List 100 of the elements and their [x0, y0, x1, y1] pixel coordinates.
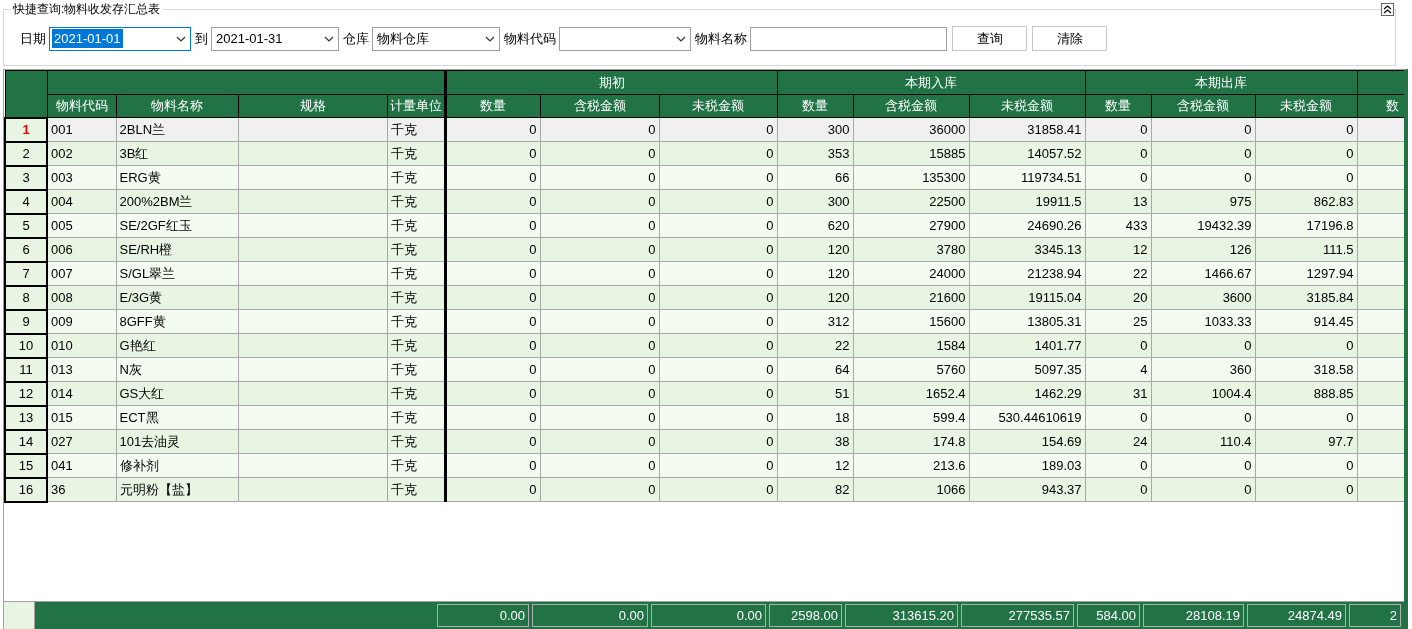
- table-cell: 0: [445, 165, 540, 190]
- table-cell: 3B红: [116, 141, 238, 166]
- column-group-header: 本期出库: [1085, 70, 1358, 95]
- table-cell: 27900: [853, 213, 969, 238]
- table-cell: 3185.84: [1255, 285, 1358, 310]
- table-cell: 126: [1151, 237, 1256, 262]
- table-cell: 31858.41: [969, 117, 1086, 142]
- table-cell: 0: [1151, 117, 1256, 142]
- table-cell: 0: [1255, 477, 1358, 502]
- table-cell: GS大红: [116, 381, 238, 406]
- total-value: 2: [1349, 604, 1401, 627]
- table-cell: 213.6: [853, 453, 969, 478]
- table-cell: 1584: [853, 333, 969, 358]
- row-number[interactable]: 15: [5, 453, 47, 478]
- table-cell: ERG黄: [116, 165, 238, 190]
- table-cell: 1652.4: [853, 381, 969, 406]
- row-number[interactable]: 5: [5, 213, 47, 238]
- table-cell: 0: [1151, 477, 1256, 502]
- table-cell: 15600: [853, 309, 969, 334]
- table-cell: 0: [659, 453, 777, 478]
- row-number[interactable]: 3: [5, 165, 47, 190]
- table-cell: 元明粉【盐】: [116, 477, 238, 502]
- row-number[interactable]: 14: [5, 429, 47, 454]
- total-value: 0.00: [532, 604, 648, 627]
- row-number[interactable]: 7: [5, 261, 47, 286]
- table-cell: E/3G黄: [116, 285, 238, 310]
- table-cell: 0: [445, 357, 540, 382]
- total-value: 584.00: [1077, 604, 1140, 627]
- total-value: 313615.20: [845, 604, 958, 627]
- field-label: 物料名称: [695, 29, 747, 48]
- table-cell: 0: [445, 285, 540, 310]
- table-cell: 13805.31: [969, 309, 1086, 334]
- column-header: 物料名称: [116, 94, 238, 118]
- query-action-button[interactable]: 查询: [952, 26, 1027, 51]
- table-cell: 1462.29: [969, 381, 1086, 406]
- input-field[interactable]: [750, 26, 947, 51]
- field-label: 仓库: [343, 29, 369, 48]
- row-number[interactable]: 6: [5, 237, 47, 262]
- table-cell: 0: [1255, 141, 1358, 166]
- row-number[interactable]: 11: [5, 357, 47, 382]
- table-cell: 0: [659, 261, 777, 286]
- query-action-button[interactable]: 清除: [1032, 26, 1107, 51]
- table-cell: 0: [540, 357, 659, 382]
- header-band: [1357, 70, 1404, 95]
- table-cell: 0: [659, 333, 777, 358]
- table-cell: 0: [540, 333, 659, 358]
- table-cell: 862.83: [1255, 189, 1358, 214]
- dropdown-field[interactable]: 2021-01-31: [211, 26, 339, 51]
- table-cell: 101去油灵: [116, 429, 238, 454]
- dropdown-field[interactable]: [559, 26, 691, 51]
- table-cell: 943.37: [969, 477, 1086, 502]
- table-cell: 110.4: [1151, 429, 1256, 454]
- column-header: 含税金额: [853, 94, 969, 118]
- table-cell: 0: [445, 189, 540, 214]
- table-cell: 914.45: [1255, 309, 1358, 334]
- table-cell: 530.44610619: [969, 405, 1086, 430]
- table-cell: 0: [540, 189, 659, 214]
- row-number[interactable]: 13: [5, 405, 47, 430]
- row-number[interactable]: 9: [5, 309, 47, 334]
- row-number[interactable]: 2: [5, 141, 47, 166]
- row-number[interactable]: 10: [5, 333, 47, 358]
- table-cell: 0: [540, 405, 659, 430]
- table-cell: 119734.51: [969, 165, 1086, 190]
- table-cell: 0: [1255, 453, 1358, 478]
- dropdown-field[interactable]: 2021-01-01: [49, 26, 191, 51]
- table-cell: 15885: [853, 141, 969, 166]
- table-cell: 0: [445, 429, 540, 454]
- table-cell: 36000: [853, 117, 969, 142]
- table-cell: 0: [540, 309, 659, 334]
- column-header: 未税金额: [659, 94, 777, 118]
- collapse-button[interactable]: [1381, 3, 1394, 16]
- table-cell: N灰: [116, 357, 238, 382]
- column-header: 规格: [238, 94, 387, 118]
- corner-header: [5, 70, 47, 118]
- table-cell: 1297.94: [1255, 261, 1358, 286]
- table-cell: 0: [659, 429, 777, 454]
- row-number[interactable]: 8: [5, 285, 47, 310]
- table-cell: 2BLN兰: [116, 117, 238, 142]
- row-number[interactable]: 1: [5, 117, 47, 142]
- table-cell: 0: [659, 213, 777, 238]
- table-cell: 0: [1151, 165, 1256, 190]
- table-cell: 0: [445, 477, 540, 502]
- table-cell: 0: [540, 429, 659, 454]
- total-value: 2598.00: [769, 604, 842, 627]
- table-cell: 0: [540, 261, 659, 286]
- table-cell: 0: [1151, 141, 1256, 166]
- table-cell: 0: [445, 141, 540, 166]
- table-cell: S/GL翠兰: [116, 261, 238, 286]
- table-cell: 97.7: [1255, 429, 1358, 454]
- table-cell: 3600: [1151, 285, 1256, 310]
- table-cell: 19115.04: [969, 285, 1086, 310]
- total-value: 277535.57: [961, 604, 1074, 627]
- table-cell: 0: [1151, 405, 1256, 430]
- dropdown-field[interactable]: 物料仓库: [372, 26, 500, 51]
- row-number[interactable]: 12: [5, 381, 47, 406]
- table-cell: 0: [445, 237, 540, 262]
- row-number[interactable]: 4: [5, 189, 47, 214]
- table-cell: 修补剂: [116, 453, 238, 478]
- chevron-down-icon: [324, 35, 334, 42]
- row-number[interactable]: 16: [5, 477, 47, 502]
